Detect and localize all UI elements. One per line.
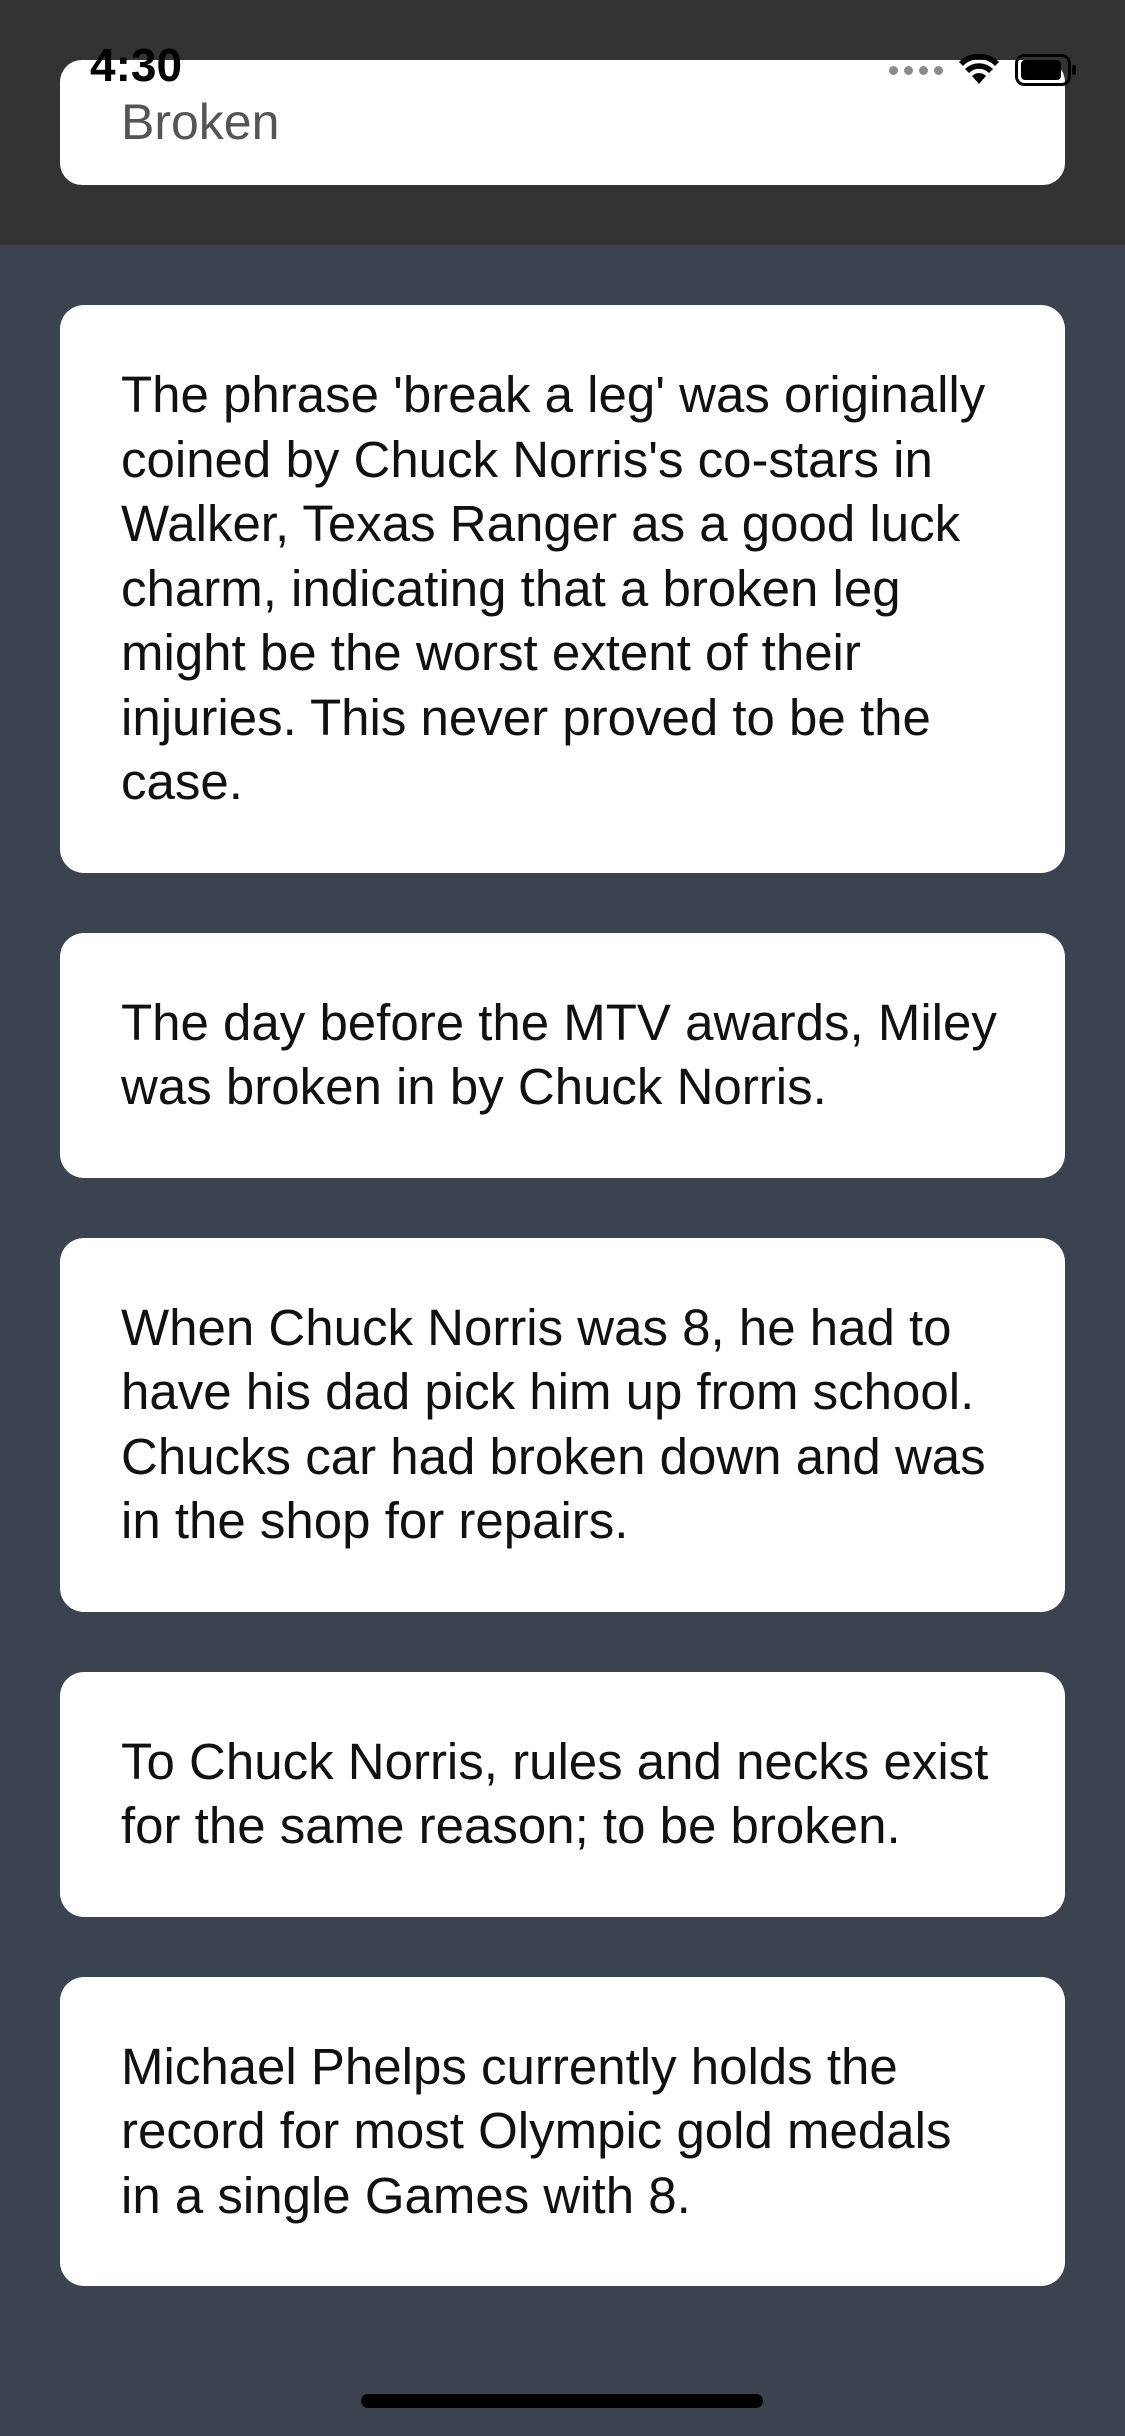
jokes-list: The phrase 'break a leg' was originally …	[60, 305, 1065, 2346]
joke-card[interactable]: To Chuck Norris, rules and necks exist f…	[60, 1671, 1065, 1917]
status-time: 4:30	[90, 39, 183, 91]
header: Broken 4:30	[0, 0, 1125, 245]
joke-text: To Chuck Norris, rules and necks exist f…	[121, 1732, 989, 1855]
status-icons	[889, 50, 1077, 90]
joke-card[interactable]: When Chuck Norris was 8, he had to have …	[60, 1237, 1065, 1612]
joke-text: The phrase 'break a leg' was originally …	[121, 366, 986, 810]
joke-card[interactable]: Michael Phelps currently holds the recor…	[60, 1976, 1065, 2286]
joke-card[interactable]: The phrase 'break a leg' was originally …	[60, 305, 1065, 873]
joke-text: Michael Phelps currently holds the recor…	[121, 2037, 952, 2224]
wifi-icon	[959, 54, 999, 84]
battery-icon	[1015, 54, 1076, 86]
joke-text: When Chuck Norris was 8, he had to have …	[121, 1298, 986, 1550]
search-value: Broken	[121, 94, 280, 150]
signal-icon	[889, 65, 943, 75]
joke-text: The day before the MTV awards, Miley was…	[121, 993, 997, 1116]
joke-card[interactable]: The day before the MTV awards, Miley was…	[60, 932, 1065, 1178]
home-indicator[interactable]	[361, 2394, 763, 2408]
